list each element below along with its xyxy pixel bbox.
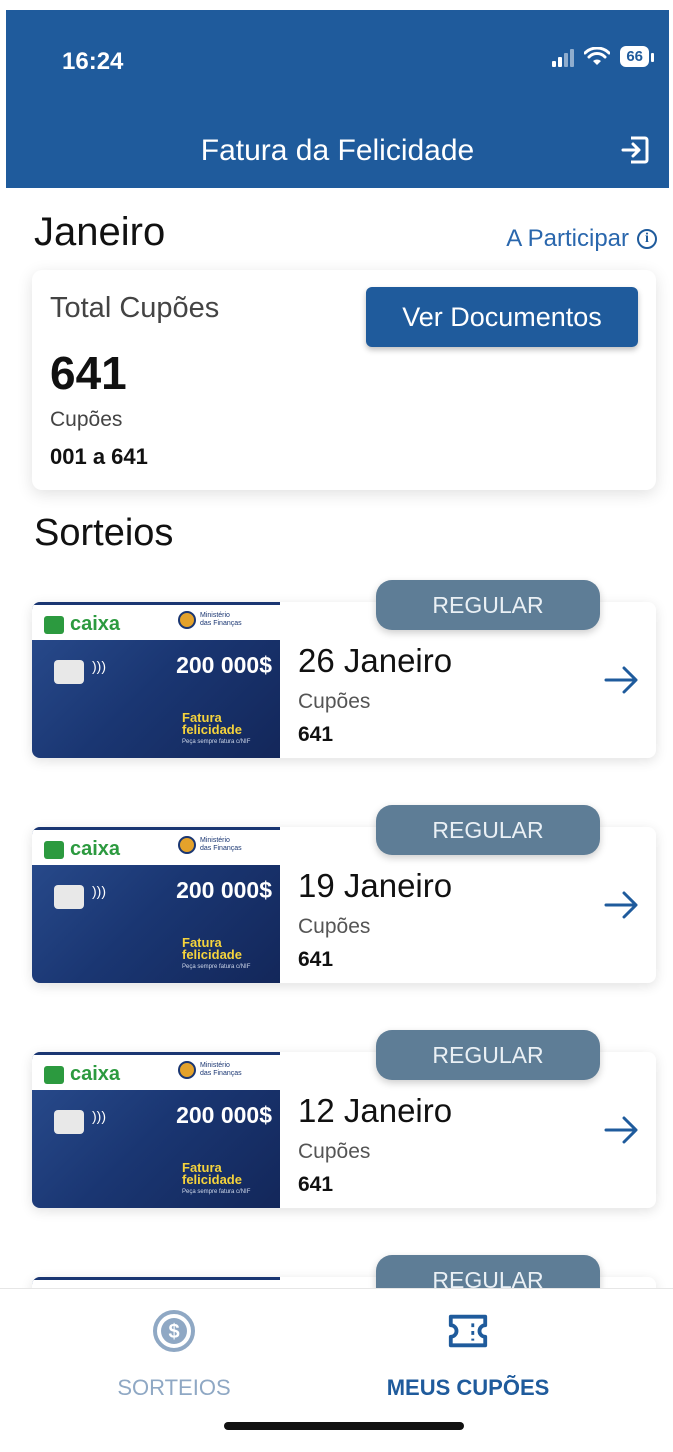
signal-icon [552,47,575,67]
draw-coupons-value: 641 [298,948,334,971]
caixa-logo: caixa [44,613,120,636]
dollar-icon: $ [153,1310,195,1352]
svg-text:$: $ [168,1321,179,1343]
prize-card-image: caixa Ministério das Finanças ))) 200 000… [32,1052,280,1208]
prize-card-image: caixa Ministério das Finanças ))) 200 000… [32,827,280,983]
card-chip-icon [54,1110,84,1134]
fatura-felicidade-logo: Fatura felicidade Peça sempre fatura c/N… [182,710,251,745]
prize-card-image [32,1277,280,1288]
draw-card[interactable]: caixa Ministério das Finanças ))) 200 000… [32,805,656,983]
contactless-icon: ))) [92,883,106,899]
draw-open-button[interactable] [602,885,642,925]
ministry-logo: Ministério das Finanças [178,836,242,854]
battery-indicator: 66 [620,46,654,67]
draws-section-title: Sorteios [34,512,174,554]
card-chip-icon [54,885,84,909]
total-coupons-label: Total Cupões [50,292,220,324]
draw-card[interactable]: REGULAR [32,1255,656,1288]
page-title: Fatura da Felicidade [200,134,475,167]
status-icons: 66 [552,46,654,67]
draw-coupons-label: Cupões [298,690,371,713]
ticket-icon [448,1314,488,1348]
exit-icon [621,136,649,164]
month-title: Janeiro [34,210,166,254]
arrow-right-icon [604,891,638,919]
info-icon[interactable]: i [637,229,657,249]
participation-label: A Participar [506,225,629,252]
contactless-icon: ))) [92,1108,106,1124]
tab-meus-cupoes-label: MEUS CUPÕES [386,1375,550,1400]
prize-amount: 200 000$ [176,877,272,903]
draw-date: 12 Janeiro [298,1092,453,1129]
logout-button[interactable] [615,130,655,170]
draw-type-badge: REGULAR [376,1030,600,1080]
tab-sorteios-label: SORTEIOS [117,1375,231,1400]
ministry-logo: Ministério das Finanças [178,611,242,629]
home-indicator[interactable] [224,1422,464,1430]
draw-card[interactable]: caixa Ministério das Finanças ))) 200 000… [32,580,656,758]
draw-date: 19 Janeiro [298,867,453,904]
coupons-label: Cupões [50,408,123,431]
ministry-logo: Ministério das Finanças [178,1061,242,1079]
draw-coupons-label: Cupões [298,915,371,938]
arrow-right-icon [604,666,638,694]
prize-amount: 200 000$ [176,1102,272,1128]
draw-card[interactable]: caixa Ministério das Finanças ))) 200 000… [32,1030,656,1208]
draw-open-button[interactable] [602,1110,642,1150]
status-time: 16:24 [62,48,124,75]
tab-sorteios[interactable]: $ SORTEIOS [6,1309,342,1401]
draw-date: 26 Janeiro [298,642,453,679]
draws-list[interactable]: caixa Ministério das Finanças ))) 200 000… [0,570,673,1288]
fatura-felicidade-logo: Fatura felicidade Peça sempre fatura c/N… [182,935,251,970]
coupons-summary-card: Total Cupões 641 Cupões 001 a 641 Ver Do… [32,270,656,490]
participation-status[interactable]: A Participar i [506,225,657,253]
draw-coupons-value: 641 [298,723,334,746]
contactless-icon: ))) [92,658,106,674]
caixa-logo: caixa [44,1063,120,1086]
prize-amount: 200 000$ [176,652,272,678]
wifi-icon [584,46,611,65]
caixa-logo: caixa [44,838,120,861]
arrow-right-icon [604,1116,638,1144]
fatura-felicidade-logo: Fatura felicidade Peça sempre fatura c/N… [182,1160,251,1195]
draw-type-badge: REGULAR [376,580,600,630]
app-header: 16:24 66 Fatura da Felicidade [6,10,669,188]
draw-coupons-value: 641 [298,1173,334,1196]
view-documents-button[interactable]: Ver Documentos [366,287,638,347]
coupons-range: 001 a 641 [50,444,148,469]
card-chip-icon [54,660,84,684]
draw-type-badge: REGULAR [376,805,600,855]
draw-coupons-label: Cupões [298,1140,371,1163]
tab-meus-cupoes[interactable]: MEUS CUPÕES [300,1309,636,1401]
draw-open-button[interactable] [602,660,642,700]
total-coupons-value: 641 [50,347,127,399]
prize-card-image: caixa Ministério das Finanças ))) 200 000… [32,602,280,758]
draw-type-badge: REGULAR [376,1255,600,1288]
